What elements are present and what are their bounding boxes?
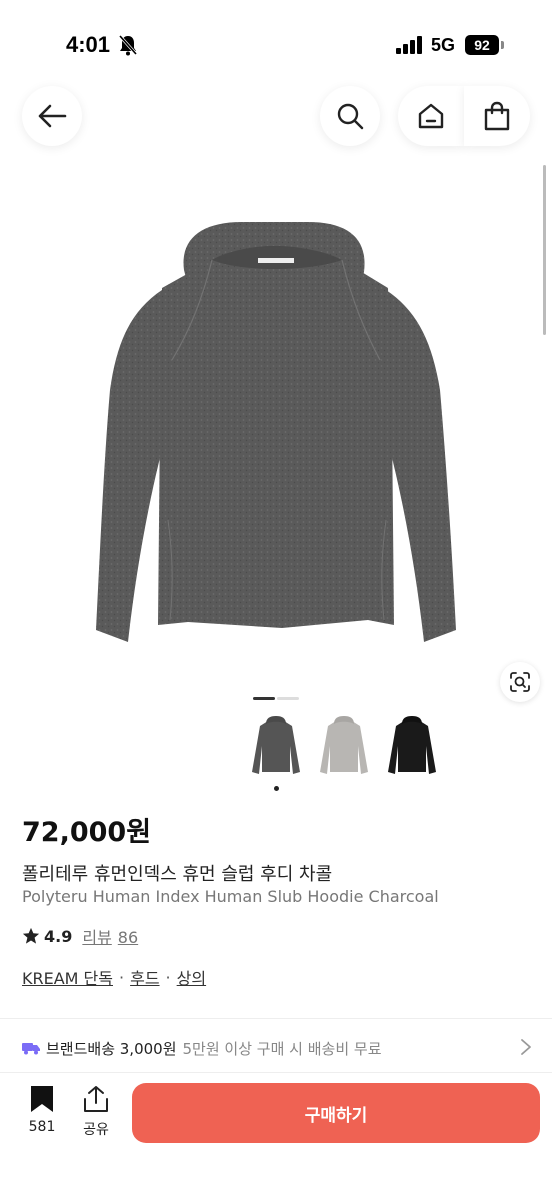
back-button[interactable] [22, 86, 82, 146]
image-search-button[interactable] [500, 662, 540, 702]
cart-button[interactable] [464, 86, 530, 146]
variant-thumb-gray[interactable] [316, 716, 372, 778]
share-label: 공유 [83, 1122, 109, 1138]
status-time: 4:01 [66, 32, 111, 57]
shipping-info-row[interactable]: 브랜드배송 3,000원 5만원 이상 구매 시 배송비 무료 [22, 1036, 532, 1060]
product-name-ko: 폴리테루 휴먼인덱스 휴먼 슬럽 후디 차콜 [22, 864, 333, 885]
shipping-label: 브랜드배송 3,000원 [46, 1039, 177, 1058]
product-name-en: Polyteru Human Index Human Slub Hoodie C… [22, 887, 439, 906]
section-divider [0, 1018, 552, 1019]
variant-thumb-black[interactable] [384, 716, 440, 778]
product-tags: KREAM 단독 · 후드 · 상의 [22, 965, 206, 989]
battery-level: 92 [465, 35, 499, 55]
tag-separator: · [119, 967, 125, 987]
bookmark-icon [31, 1086, 53, 1112]
review-label: 리뷰 [82, 928, 112, 947]
share-button[interactable]: 공유 [78, 1085, 114, 1151]
hoodie-black-thumbnail [388, 716, 436, 774]
variant-thumbnails [248, 716, 448, 796]
product-price: 72,000원 [22, 817, 152, 848]
chevron-right-icon [521, 1039, 531, 1055]
indicator-active [253, 697, 275, 700]
share-icon [84, 1086, 108, 1112]
scrollbar[interactable] [543, 165, 546, 335]
shipping-note: 5만원 이상 구매 시 배송비 무료 [182, 1039, 382, 1058]
arrow-left-icon [38, 104, 67, 128]
shopping-bag-icon [484, 101, 510, 131]
variant-thumb-charcoal[interactable] [248, 716, 304, 778]
battery-tip [501, 41, 504, 49]
hoodie-gray-thumbnail [320, 716, 368, 774]
product-rating: 4.9 리뷰 86 [22, 924, 138, 948]
gallery-page-indicator [253, 697, 299, 700]
home-button[interactable] [398, 86, 464, 146]
review-count: 86 [117, 928, 139, 947]
buy-button[interactable]: 구매하기 [132, 1083, 540, 1143]
bookmark-button[interactable]: 581 [22, 1085, 62, 1151]
top-nav-actions [320, 86, 530, 146]
selected-variant-dot [274, 786, 279, 791]
network-type: 5G [431, 35, 456, 55]
tag-exclusive[interactable]: KREAM 단독 [22, 965, 113, 989]
star-icon [22, 927, 40, 944]
signal-icon [396, 36, 422, 54]
search-icon [337, 103, 364, 130]
tag-separator: · [165, 967, 171, 987]
product-image [96, 222, 456, 642]
bookmark-count: 581 [28, 1119, 56, 1135]
status-bar: 4:01 5G 92 [0, 0, 552, 90]
indicator-inactive [277, 697, 299, 700]
tag-top[interactable]: 상의 [177, 965, 206, 989]
home-icon [418, 103, 444, 129]
review-link[interactable]: 리뷰 86 [82, 924, 138, 948]
search-button[interactable] [320, 86, 380, 146]
lens-scan-icon [510, 672, 530, 692]
bell-muted-icon [118, 35, 138, 56]
rating-score: 4.9 [44, 926, 73, 946]
tag-hoodie[interactable]: 후드 [130, 965, 159, 989]
bottom-action-bar: 581 공유 구매하기 [0, 1072, 552, 1200]
truck-icon [22, 1043, 40, 1055]
hoodie-charcoal-thumbnail [252, 716, 300, 774]
